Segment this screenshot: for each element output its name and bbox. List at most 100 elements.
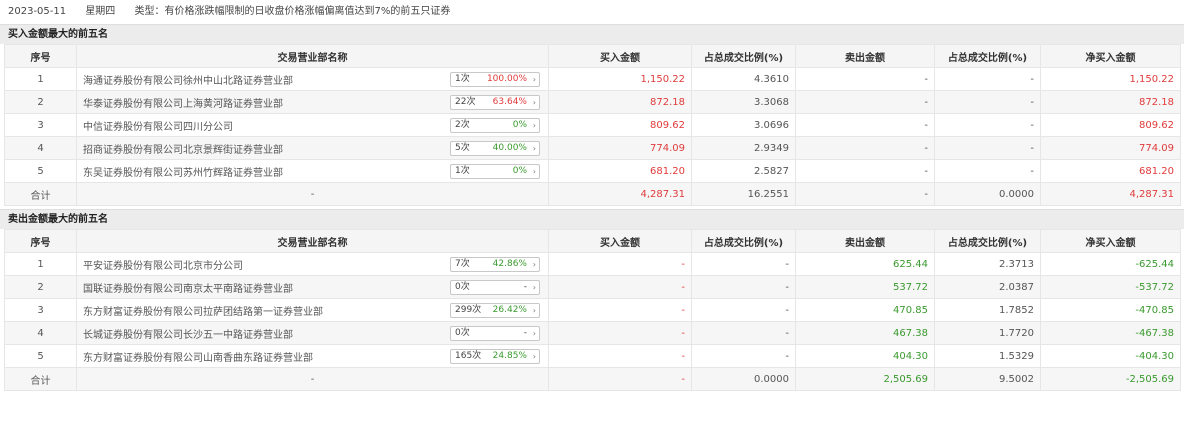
buy-amount: - <box>548 298 692 322</box>
sell-amount: - <box>795 136 935 160</box>
sell-ratio: - <box>934 67 1041 91</box>
broker-name-link[interactable]: 海通证券股份有限公司徐州中山北路证券营业部 <box>83 72 293 87</box>
broker-name-link[interactable]: 长城证券股份有限公司长沙五一中路证券营业部 <box>83 326 293 341</box>
table-row: 1 平安证券股份有限公司北京市分公司 7次 42.86% › - -625.44 2.3713… <box>4 252 1181 276</box>
col-net-buy: 净买入金额 <box>1040 229 1181 253</box>
buy-ratio: 3.3068 <box>691 90 796 114</box>
broker-stats-dropdown[interactable]: 299次 26.42% › <box>450 303 540 318</box>
broker-stats-dropdown[interactable]: 0次 - › <box>450 280 540 295</box>
row-index: 3 <box>4 113 77 137</box>
table-row: 2 国联证券股份有限公司南京太平南路证券营业部 0次 - › - -537.72 2.0387… <box>4 275 1181 299</box>
broker-stats-dropdown[interactable]: 5次 40.00% › <box>450 141 540 156</box>
broker-name-link[interactable]: 东方财富证券股份有限公司山南香曲东路证券营业部 <box>83 349 313 364</box>
net-buy-amount: -467.38 <box>1040 321 1181 345</box>
broker-stats-dropdown[interactable]: 7次 42.86% › <box>450 257 540 272</box>
col-index: 序号 <box>4 44 77 68</box>
broker-name-link[interactable]: 平安证券股份有限公司北京市分公司 <box>83 257 243 272</box>
col-net-buy: 净买入金额 <box>1040 44 1181 68</box>
sell-ratio: - <box>934 90 1041 114</box>
sell-ratio: 1.7720 <box>934 321 1041 345</box>
row-index: 3 <box>4 298 77 322</box>
sell-section-title: 卖出金额最大的前五名 <box>0 209 1184 229</box>
net-buy-amount: -537.72 <box>1040 275 1181 299</box>
buy-ratio: - <box>691 275 796 299</box>
broker-name-cell: 平安证券股份有限公司北京市分公司 7次 42.86% › <box>76 252 549 276</box>
broker-name-cell: 海通证券股份有限公司徐州中山北路证券营业部 1次 100.00% › <box>76 67 549 91</box>
total-sell-ratio: 9.5002 <box>934 367 1041 391</box>
sell-amount: 404.30 <box>795 344 935 368</box>
total-label: 合计 <box>4 182 77 206</box>
broker-win-rate: 63.64% <box>492 97 527 107</box>
table-row: 5 东方财富证券股份有限公司山南香曲东路证券营业部 165次 24.85% › - -404… <box>4 344 1181 368</box>
broker-name-link[interactable]: 东吴证券股份有限公司苏州竹辉路证券营业部 <box>83 164 283 179</box>
sell-ratio: 2.0387 <box>934 275 1041 299</box>
buy-ratio: 3.0696 <box>691 113 796 137</box>
broker-appear-count: 299次 <box>455 305 482 315</box>
sell-amount: - <box>795 159 935 183</box>
buy-amount: - <box>548 252 692 276</box>
broker-name-link[interactable]: 招商证券股份有限公司北京景辉街证券营业部 <box>83 141 283 156</box>
broker-name-link[interactable]: 国联证券股份有限公司南京太平南路证券营业部 <box>83 280 293 295</box>
sell-amount: - <box>795 90 935 114</box>
chevron-right-icon: › <box>532 260 536 269</box>
row-index: 4 <box>4 321 77 345</box>
broker-appear-count: 0次 <box>455 282 470 292</box>
net-buy-amount: -404.30 <box>1040 344 1181 368</box>
row-index: 4 <box>4 136 77 160</box>
col-index: 序号 <box>4 229 77 253</box>
row-index: 1 <box>4 67 77 91</box>
col-buy-amount: 买入金额 <box>548 44 692 68</box>
broker-name-cell: 东方财富证券股份有限公司拉萨团结路第一证券营业部 299次 26.42% › <box>76 298 549 322</box>
broker-name-link[interactable]: 华泰证券股份有限公司上海黄河路证券营业部 <box>83 95 283 110</box>
buy-ratio: 2.5827 <box>691 159 796 183</box>
net-buy-amount: 872.18 <box>1040 90 1181 114</box>
broker-name-link[interactable]: 东方财富证券股份有限公司拉萨团结路第一证券营业部 <box>83 303 323 318</box>
broker-win-rate: 0% <box>512 166 527 176</box>
chevron-right-icon: › <box>532 144 536 153</box>
broker-appear-count: 7次 <box>455 259 470 269</box>
sell-ratio: 1.5329 <box>934 344 1041 368</box>
broker-stats-dropdown[interactable]: 2次 0% › <box>450 118 540 133</box>
broker-name-link[interactable]: 中信证券股份有限公司四川分公司 <box>83 118 233 133</box>
report-date: 2023-05-11 <box>8 6 67 17</box>
broker-name-cell: 华泰证券股份有限公司上海黄河路证券营业部 22次 63.64% › <box>76 90 549 114</box>
chevron-right-icon: › <box>532 283 536 292</box>
row-index: 2 <box>4 275 77 299</box>
broker-appear-count: 1次 <box>455 74 470 84</box>
total-buy-amount: - <box>548 367 692 391</box>
total-net-buy: -2,505.69 <box>1040 367 1181 391</box>
broker-win-rate: 42.86% <box>492 259 527 269</box>
broker-win-rate: 0% <box>512 120 527 130</box>
col-buy-ratio: 占总成交比例(%) <box>691 44 796 68</box>
row-index: 2 <box>4 90 77 114</box>
col-broker-name: 交易营业部名称 <box>76 44 549 68</box>
buy-ratio: - <box>691 321 796 345</box>
buy-top5-table: 序号 交易营业部名称 买入金额 占总成交比例(%) 卖出金额 占总成交比例(%)… <box>4 44 1181 206</box>
sell-amount: 537.72 <box>795 275 935 299</box>
chevron-right-icon: › <box>532 75 536 84</box>
broker-stats-dropdown[interactable]: 1次 0% › <box>450 164 540 179</box>
col-broker-name: 交易营业部名称 <box>76 229 549 253</box>
sell-top5-table: 序号 交易营业部名称 买入金额 占总成交比例(%) 卖出金额 占总成交比例(%)… <box>4 229 1181 391</box>
total-row: 合计 -4,287.31 16.2551-0.0000 4,287.31 <box>4 182 1181 206</box>
sell-ratio: - <box>934 113 1041 137</box>
net-buy-amount: 1,150.22 <box>1040 67 1181 91</box>
broker-appear-count: 2次 <box>455 120 470 130</box>
table-row: 1 海通证券股份有限公司徐州中山北路证券营业部 1次 100.00% › 1,150.22… <box>4 67 1181 91</box>
broker-stats-dropdown[interactable]: 165次 24.85% › <box>450 349 540 364</box>
broker-stats-dropdown[interactable]: 1次 100.00% › <box>450 72 540 87</box>
broker-stats-dropdown[interactable]: 0次 - › <box>450 326 540 341</box>
broker-name-cell: 中信证券股份有限公司四川分公司 2次 0% › <box>76 113 549 137</box>
sell-amount: 625.44 <box>795 252 935 276</box>
total-sell-amount: - <box>795 182 935 206</box>
sell-ratio: 1.7852 <box>934 298 1041 322</box>
chevron-right-icon: › <box>532 329 536 338</box>
col-sell-ratio: 占总成交比例(%) <box>934 229 1041 253</box>
broker-appear-count: 165次 <box>455 351 482 361</box>
buy-ratio: - <box>691 252 796 276</box>
sell-amount: - <box>795 67 935 91</box>
buy-ratio: - <box>691 298 796 322</box>
buy-amount: 774.09 <box>548 136 692 160</box>
chevron-right-icon: › <box>532 167 536 176</box>
broker-stats-dropdown[interactable]: 22次 63.64% › <box>450 95 540 110</box>
